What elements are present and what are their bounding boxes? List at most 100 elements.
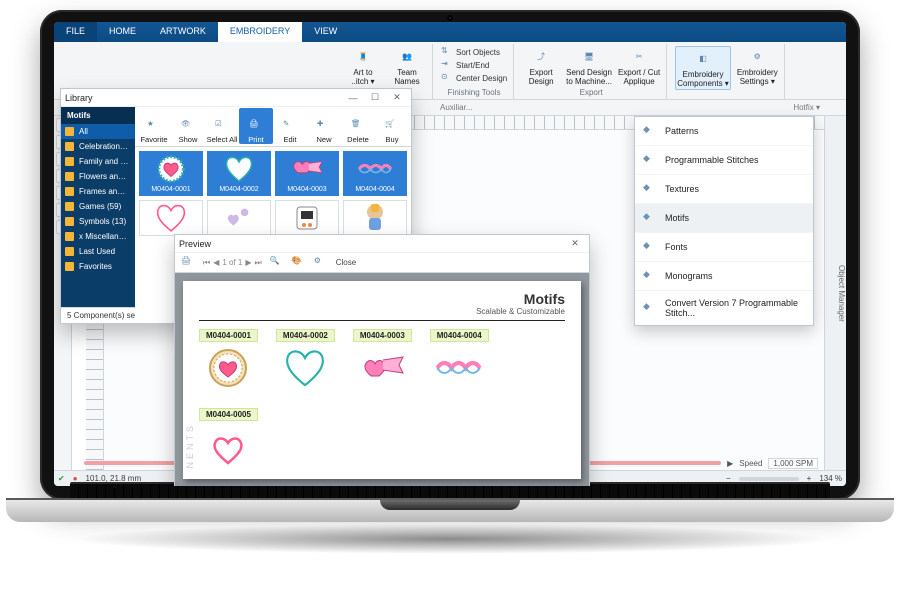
motif-art bbox=[356, 154, 394, 184]
motif-art bbox=[288, 154, 326, 184]
dropdown-item-icon: ◆ bbox=[643, 182, 657, 196]
library-category[interactable]: Family and Home (37) bbox=[61, 154, 135, 169]
team-names-button[interactable]: 👥Team Names bbox=[388, 46, 426, 86]
prev-page-button[interactable]: ◀ bbox=[213, 258, 219, 267]
library-thumb[interactable] bbox=[343, 200, 407, 236]
aux-left-label[interactable]: Auxiliar... bbox=[440, 103, 472, 112]
library-category[interactable]: Favorites bbox=[61, 259, 135, 274]
export-cut-label: Export / Cut Applique bbox=[618, 68, 660, 86]
library-category[interactable]: Games (59) bbox=[61, 199, 135, 214]
library-tool-buy[interactable]: 🛒Buy bbox=[375, 108, 409, 144]
tab-artwork[interactable]: ARTWORK bbox=[148, 22, 218, 42]
library-category[interactable]: Frames and Borders (374) bbox=[61, 184, 135, 199]
start-end-button[interactable]: ⇥Start/End bbox=[441, 59, 507, 71]
library-category[interactable]: x Miscellaneous (85) bbox=[61, 229, 135, 244]
library-category[interactable]: Celebrations and Feelings (6) bbox=[61, 139, 135, 154]
speed-label: Speed bbox=[739, 459, 762, 468]
library-tool-print[interactable]: 🖨Print bbox=[239, 108, 273, 144]
maximize-button[interactable]: ☐ bbox=[365, 91, 385, 105]
library-tool-label: Select All bbox=[207, 135, 238, 144]
library-category[interactable]: All bbox=[61, 124, 135, 139]
library-category[interactable]: Last Used bbox=[61, 244, 135, 259]
print-icon[interactable]: 🖨 bbox=[181, 256, 195, 270]
dropdown-item[interactable]: ◆Textures bbox=[635, 175, 813, 204]
options-icon[interactable]: 🎨 bbox=[292, 256, 306, 270]
last-page-button[interactable]: ⏭ bbox=[255, 258, 262, 268]
right-dock[interactable]: Object Manager bbox=[824, 116, 846, 470]
first-page-button[interactable]: ⏮ bbox=[203, 258, 210, 268]
next-page-button[interactable]: ▶ bbox=[245, 258, 251, 267]
zoom-slider[interactable] bbox=[739, 477, 799, 481]
speed-value[interactable]: 1,000 SPM bbox=[768, 458, 818, 469]
library-thumb[interactable] bbox=[139, 200, 203, 236]
tab-embroidery[interactable]: EMBROIDERY bbox=[218, 22, 302, 42]
send-to-machine-button[interactable]: 🖥Send Design to Machine... bbox=[566, 46, 612, 86]
library-thumb[interactable]: M0404-0001 bbox=[139, 151, 203, 196]
motif-art bbox=[288, 203, 326, 233]
library-category[interactable]: Flowers and Plants (20) bbox=[61, 169, 135, 184]
library-thumb[interactable] bbox=[275, 200, 339, 236]
aux-right-label[interactable]: Hotfix ▾ bbox=[793, 103, 820, 112]
library-category[interactable]: Symbols (13) bbox=[61, 214, 135, 229]
dropdown-item[interactable]: ◆Patterns bbox=[635, 117, 813, 146]
preview-close-button[interactable]: Close bbox=[336, 258, 356, 267]
dropdown-item[interactable]: ◆Motifs bbox=[635, 204, 813, 233]
library-titlebar[interactable]: Library — ☐ ✕ bbox=[61, 89, 411, 107]
preview-card: M0404-0001 bbox=[199, 329, 258, 390]
dropdown-item[interactable]: ◆Programmable Stitches bbox=[635, 146, 813, 175]
sort-objects-button[interactable]: ⇅Sort Objects bbox=[441, 46, 507, 58]
tab-home[interactable]: HOME bbox=[97, 22, 148, 42]
embroidery-components-button[interactable]: ◧Embroidery Components ▾ bbox=[675, 46, 731, 90]
preview-titlebar[interactable]: Preview ✕ bbox=[175, 235, 589, 253]
preview-card: M0404-0005 bbox=[199, 408, 258, 469]
preview-card: M0404-0002 bbox=[276, 329, 335, 390]
dropdown-item-label: Patterns bbox=[665, 126, 699, 136]
dropdown-item[interactable]: ◆Monograms bbox=[635, 262, 813, 291]
library-tool-new[interactable]: ✚New bbox=[307, 108, 341, 144]
close-button[interactable]: ✕ bbox=[565, 237, 585, 251]
preview-card-name: M0404-0001 bbox=[199, 329, 258, 342]
library-tool-show[interactable]: 👁Show bbox=[171, 108, 205, 144]
library-thumb[interactable]: M0404-0003 bbox=[275, 151, 339, 196]
library-thumb[interactable]: M0404-0002 bbox=[207, 151, 271, 196]
art-to-stitch-button[interactable]: 🧵Art to ..itch ▾ bbox=[344, 46, 382, 86]
library-thumb[interactable] bbox=[207, 200, 271, 236]
library-tool-label: Show bbox=[179, 135, 198, 144]
embroidery-components-label: Embroidery Components ▾ bbox=[677, 70, 729, 88]
preview-viewport[interactable]: Motifs Scalable & Customizable M0404-000… bbox=[175, 273, 589, 486]
export-cut-applique-button[interactable]: ✂Export / Cut Applique bbox=[618, 46, 660, 86]
library-tool-favorite[interactable]: ★Favorite bbox=[137, 108, 171, 144]
export-design-button[interactable]: ⤴Export Design bbox=[522, 46, 560, 86]
library-tool-delete[interactable]: 🗑Delete bbox=[341, 108, 375, 144]
play-button[interactable]: ▶ bbox=[727, 459, 733, 468]
settings-icon[interactable]: ⚙ bbox=[314, 256, 328, 270]
preview-heading: Motifs bbox=[199, 291, 565, 307]
center-design-button[interactable]: ⊙Center Design bbox=[441, 72, 507, 84]
library-thumb[interactable]: M0404-0004 bbox=[343, 151, 407, 196]
tab-view[interactable]: VIEW bbox=[302, 22, 349, 42]
library-title: Library bbox=[65, 93, 93, 103]
tab-file[interactable]: FILE bbox=[54, 22, 97, 42]
motif-caption: M0404-0002 bbox=[219, 186, 258, 193]
motif-art bbox=[220, 154, 258, 184]
ribbon-group-export: ⤴Export Design 🖥Send Design to Machine..… bbox=[516, 44, 667, 99]
embroidery-settings-button[interactable]: ⚙Embroidery Settings ▾ bbox=[737, 46, 778, 86]
library-tool-label: New bbox=[316, 135, 331, 144]
embroidery-app: FILE HOME ARTWORK EMBROIDERY VIEW 🧵Art t… bbox=[54, 22, 846, 486]
dropdown-item[interactable]: ◆Fonts bbox=[635, 233, 813, 262]
art-to-stitch-label: Art to ..itch ▾ bbox=[351, 68, 374, 86]
preview-card-art bbox=[280, 346, 330, 390]
zoom-fit-icon[interactable]: 🔍 bbox=[270, 256, 284, 270]
dropdown-item-icon: ◆ bbox=[643, 153, 657, 167]
dropdown-item-icon: ◆ bbox=[643, 211, 657, 225]
preview-card-art bbox=[203, 346, 253, 390]
library-tool-edit[interactable]: ✎Edit bbox=[273, 108, 307, 144]
library-selection-status: 5 Component(s) selected bbox=[61, 307, 135, 323]
status-ok-icon: ✔ bbox=[58, 474, 65, 483]
sheet-side-text: NENTS bbox=[185, 423, 195, 469]
library-tool-select-all[interactable]: ☑Select All bbox=[205, 108, 239, 144]
preview-card: M0404-0003 bbox=[353, 329, 412, 390]
minimize-button[interactable]: — bbox=[343, 91, 363, 105]
dropdown-item[interactable]: ◆Convert Version 7 Programmable Stitch..… bbox=[635, 291, 813, 325]
close-button[interactable]: ✕ bbox=[387, 91, 407, 105]
